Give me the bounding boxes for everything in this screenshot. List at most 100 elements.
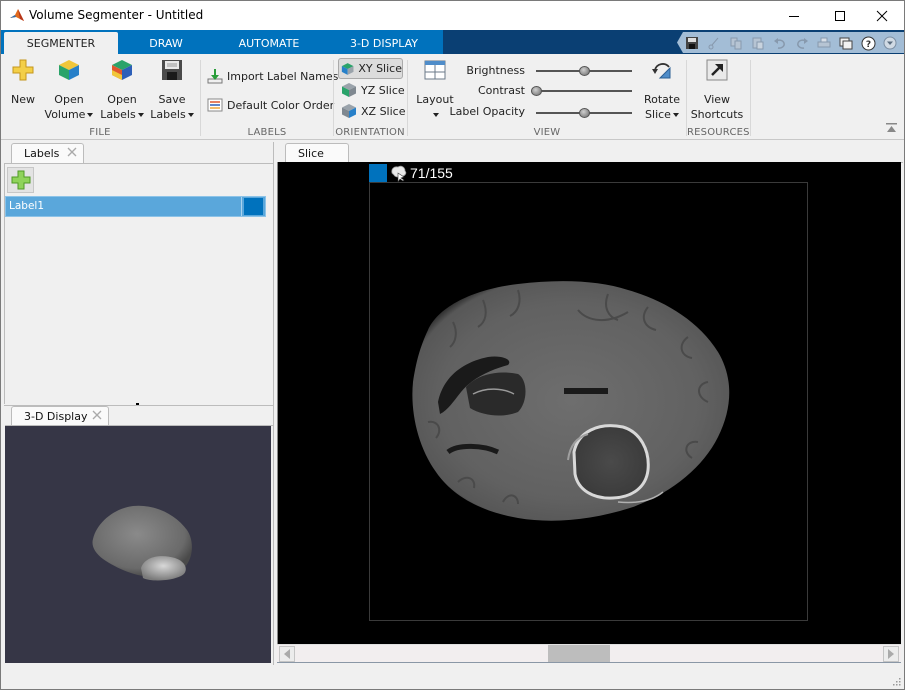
maximize-icon (834, 10, 845, 21)
brush-cursor-icon (391, 165, 407, 183)
open-labels-button[interactable]: Open Labels (99, 58, 145, 122)
chevron-left-icon (284, 649, 290, 659)
minimize-button[interactable] (771, 1, 816, 30)
add-label-button[interactable] (7, 167, 34, 193)
tab-automate[interactable]: AUTOMATE (213, 32, 325, 54)
save-labels-button[interactable]: Save Labels (149, 58, 195, 122)
file-section-label: FILE (89, 127, 111, 138)
contrast-label: Contrast (477, 84, 525, 97)
brightness-slider[interactable] (536, 65, 632, 77)
tab-3d-display-panel[interactable]: 3-D Display (11, 406, 109, 426)
save-icon[interactable] (684, 35, 700, 51)
tab-labels[interactable]: Labels (11, 143, 84, 163)
dropdown-caret-icon (187, 113, 194, 117)
slice-bounding-frame (369, 182, 808, 621)
close-tab-icon[interactable] (92, 410, 102, 420)
open-labels-line2: Labels (100, 108, 136, 121)
options-icon[interactable] (882, 35, 898, 51)
label-color-swatch[interactable] (244, 198, 263, 215)
yz-slice-cube-icon (342, 83, 356, 97)
minimize-icon (788, 15, 799, 17)
cut-icon[interactable] (706, 35, 722, 51)
volume-cube-icon (59, 60, 79, 80)
brightness-label: Brightness (466, 64, 525, 77)
maximize-button[interactable] (817, 1, 862, 30)
xy-slice-button[interactable]: XY Slice (338, 58, 403, 79)
tab-slice[interactable]: Slice (285, 143, 349, 163)
app-window: Volume Segmenter - Untitled SEGMENTER DR… (0, 0, 905, 690)
new-label: New (11, 93, 35, 106)
xz-slice-label: XZ Slice (361, 104, 406, 118)
floppy-disk-icon (162, 60, 182, 80)
view-shortcuts-line1: View (703, 93, 731, 106)
new-session-button[interactable]: New (7, 58, 39, 107)
contrast-slider[interactable] (531, 85, 632, 97)
section-divider (200, 60, 201, 136)
slider-track (536, 90, 632, 92)
yz-slice-label: YZ Slice (361, 83, 405, 97)
dropdown-caret-icon (87, 113, 94, 117)
save-labels-line1: Save (158, 93, 186, 106)
print-icon[interactable] (816, 35, 832, 51)
title-bar: Volume Segmenter - Untitled (1, 1, 904, 30)
slider-thumb[interactable] (579, 108, 590, 118)
chevron-right-icon (888, 649, 894, 659)
slider-thumb[interactable] (579, 66, 590, 76)
xz-slice-cube-icon (342, 104, 356, 118)
undo-icon[interactable] (772, 35, 788, 51)
paste-icon[interactable] (750, 35, 766, 51)
xy-slice-cube-icon (341, 62, 354, 75)
label-opacity-slider[interactable] (536, 107, 632, 119)
import-label-names-button[interactable]: Import Label Names (207, 66, 338, 86)
slice-tab-title: Slice (298, 147, 324, 160)
xz-slice-button[interactable]: XZ Slice (341, 101, 405, 121)
label-list-item[interactable]: Label1 (5, 196, 266, 217)
3d-volume-view[interactable] (5, 426, 271, 663)
import-icon (207, 69, 223, 84)
rotate-slice-icon (652, 63, 671, 79)
scroll-left-button[interactable] (279, 646, 295, 662)
close-button[interactable] (859, 1, 904, 30)
plus-icon (12, 59, 34, 81)
matlab-logo-icon (10, 9, 24, 21)
labels-section-label: LABELS (247, 127, 287, 138)
labels-tab-title: Labels (24, 147, 60, 160)
collapse-toolstrip-icon[interactable] (886, 123, 897, 133)
dropdown-caret-icon (433, 113, 439, 117)
tab-draw[interactable]: DRAW (119, 32, 213, 54)
scrollbar-thumb[interactable] (547, 645, 610, 662)
resize-grip-icon[interactable] (891, 676, 901, 686)
view-shortcuts-line2: Shortcuts (690, 108, 744, 121)
slice-scrollbar[interactable] (277, 644, 901, 663)
redo-icon[interactable] (794, 35, 810, 51)
view-shortcuts-button[interactable]: View Shortcuts (689, 58, 745, 122)
3d-brain-render[interactable] (5, 426, 271, 663)
dropdown-caret-icon (137, 113, 144, 117)
help-icon[interactable]: ? (860, 35, 876, 51)
window-layout-icon[interactable] (838, 35, 854, 51)
window-title: Volume Segmenter - Untitled (29, 8, 204, 22)
close-icon (876, 10, 887, 21)
open-volume-button[interactable]: Open Volume (43, 58, 95, 122)
quick-access-toolbar: ? (677, 32, 904, 53)
yz-slice-button[interactable]: YZ Slice (341, 80, 405, 100)
panel-divider (5, 163, 273, 164)
toolstrip: New Open Volume Open Labels Save Labels … (1, 54, 904, 140)
section-divider (333, 60, 334, 136)
copy-icon[interactable] (728, 35, 744, 51)
open-volume-line1: Open (54, 93, 84, 106)
label-name[interactable]: Label1 (9, 200, 44, 212)
shortcut-arrow-icon (706, 59, 728, 81)
section-divider (407, 60, 408, 136)
xy-slice-label: XY Slice (358, 62, 402, 75)
open-volume-line2: Volume (44, 108, 86, 121)
rotate-slice-button[interactable]: Rotate Slice (641, 58, 683, 122)
slider-thumb[interactable] (531, 86, 542, 96)
slice-counter: 71/155 (410, 165, 453, 181)
close-tab-icon[interactable] (67, 147, 77, 157)
default-color-order-button[interactable]: Default Color Order (207, 95, 334, 115)
rotate-slice-line2: Slice (645, 108, 671, 121)
tab-segmenter[interactable]: SEGMENTER (4, 32, 118, 54)
tab-3d-display[interactable]: 3-D DISPLAY (325, 32, 443, 54)
scroll-right-button[interactable] (883, 646, 899, 662)
